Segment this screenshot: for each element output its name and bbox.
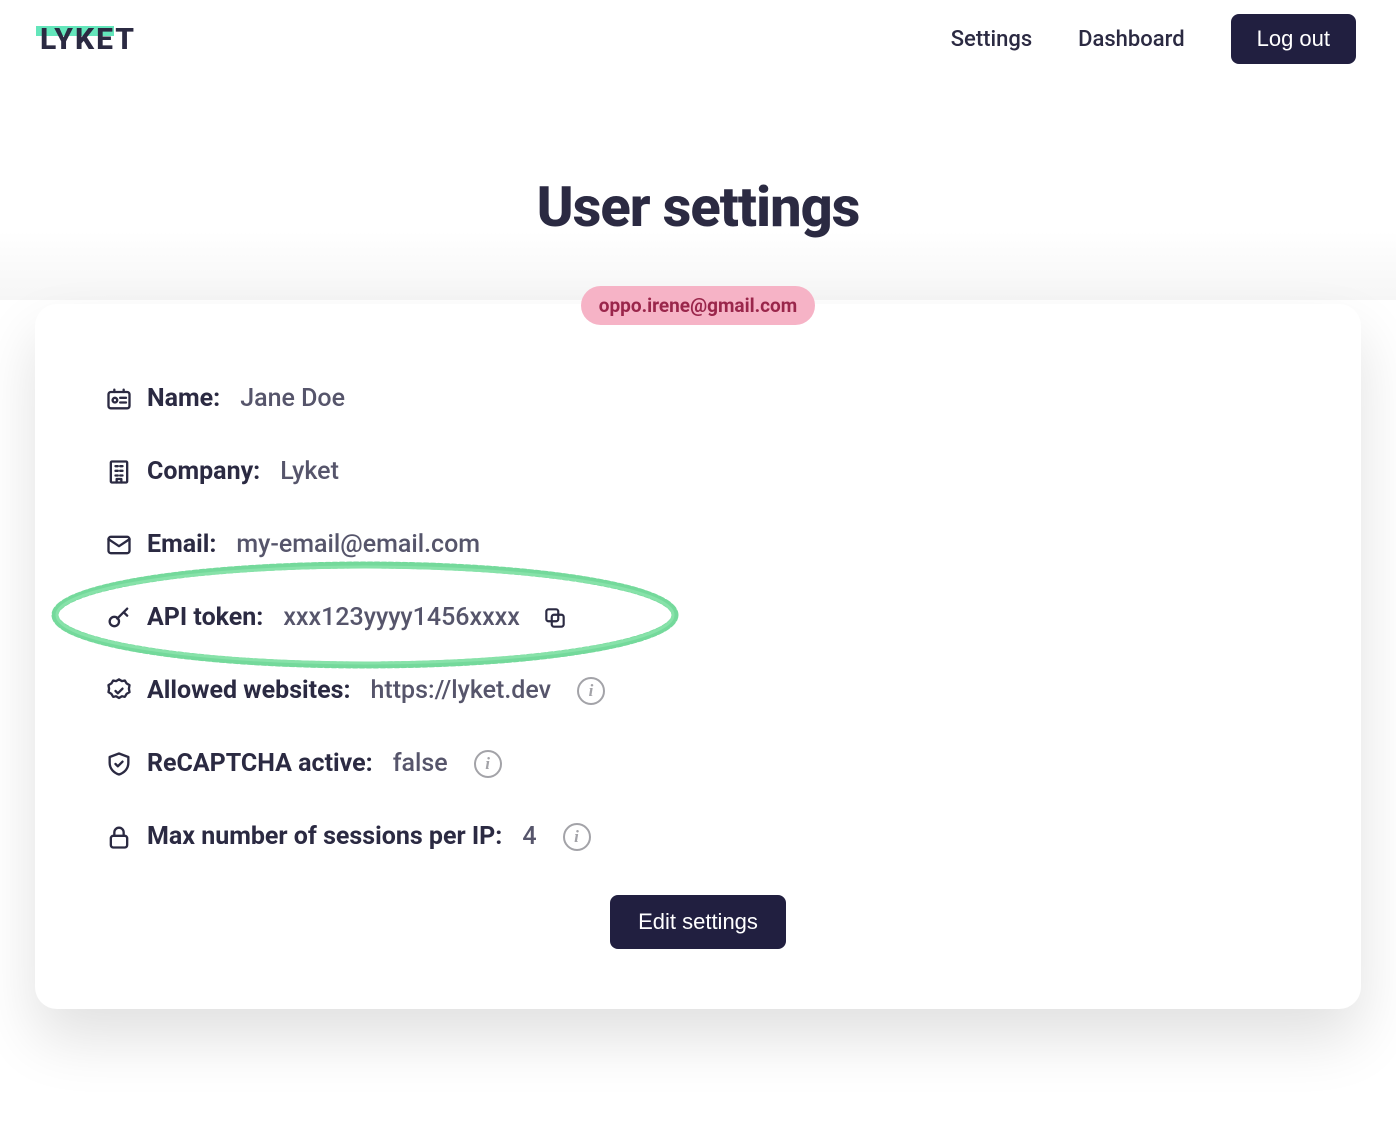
row-allowed-websites: Allowed websites: https://lyket.dev i bbox=[105, 676, 1291, 705]
nav-dashboard[interactable]: Dashboard bbox=[1078, 27, 1184, 52]
max-sessions-label: Max number of sessions per IP: bbox=[147, 822, 502, 851]
building-icon bbox=[105, 458, 133, 486]
settings-card: Name: Jane Doe Company: Lyket Email: my-… bbox=[35, 304, 1361, 1009]
check-badge-icon bbox=[105, 677, 133, 705]
logout-button[interactable]: Log out bbox=[1231, 14, 1356, 64]
email-badge-wrap: oppo.irene@gmail.com bbox=[35, 286, 1361, 325]
recaptcha-label: ReCAPTCHA active: bbox=[147, 749, 373, 778]
id-card-icon bbox=[105, 385, 133, 413]
allowed-websites-label: Allowed websites: bbox=[147, 676, 351, 705]
key-icon bbox=[105, 604, 133, 632]
shield-check-icon bbox=[105, 750, 133, 778]
row-max-sessions: Max number of sessions per IP: 4 i bbox=[105, 822, 1291, 851]
email-badge: oppo.irene@gmail.com bbox=[581, 286, 815, 325]
name-value: Jane Doe bbox=[240, 384, 345, 413]
company-label: Company: bbox=[147, 457, 260, 486]
company-value: Lyket bbox=[280, 457, 339, 486]
envelope-icon bbox=[105, 531, 133, 559]
row-name: Name: Jane Doe bbox=[105, 384, 1291, 413]
copy-icon[interactable] bbox=[542, 605, 568, 631]
row-recaptcha: ReCAPTCHA active: false i bbox=[105, 749, 1291, 778]
info-icon[interactable]: i bbox=[577, 677, 605, 705]
max-sessions-value: 4 bbox=[522, 822, 536, 851]
email-value: my-email@email.com bbox=[236, 530, 480, 559]
api-token-value: xxx123yyyy1456xxxx bbox=[283, 603, 519, 632]
email-label: Email: bbox=[147, 530, 216, 559]
info-icon[interactable]: i bbox=[563, 823, 591, 851]
api-token-label: API token: bbox=[147, 603, 263, 632]
edit-button-wrap: Edit settings bbox=[105, 895, 1291, 949]
row-company: Company: Lyket bbox=[105, 457, 1291, 486]
logo[interactable]: LYKET bbox=[40, 22, 136, 57]
card-wrap: oppo.irene@gmail.com Name: Jane Doe Comp… bbox=[35, 304, 1361, 1009]
info-icon[interactable]: i bbox=[474, 750, 502, 778]
row-email: Email: my-email@email.com bbox=[105, 530, 1291, 559]
logo-text: LYKET bbox=[40, 22, 136, 57]
allowed-websites-value: https://lyket.dev bbox=[371, 676, 552, 705]
edit-settings-button[interactable]: Edit settings bbox=[610, 895, 786, 949]
header: LYKET Settings Dashboard Log out bbox=[0, 0, 1396, 64]
name-label: Name: bbox=[147, 384, 220, 413]
nav-settings[interactable]: Settings bbox=[951, 27, 1032, 52]
row-api-token: API token: xxx123yyyy1456xxxx bbox=[105, 603, 1291, 632]
recaptcha-value: false bbox=[393, 749, 448, 778]
nav: Settings Dashboard Log out bbox=[951, 14, 1356, 64]
lock-icon bbox=[105, 823, 133, 851]
